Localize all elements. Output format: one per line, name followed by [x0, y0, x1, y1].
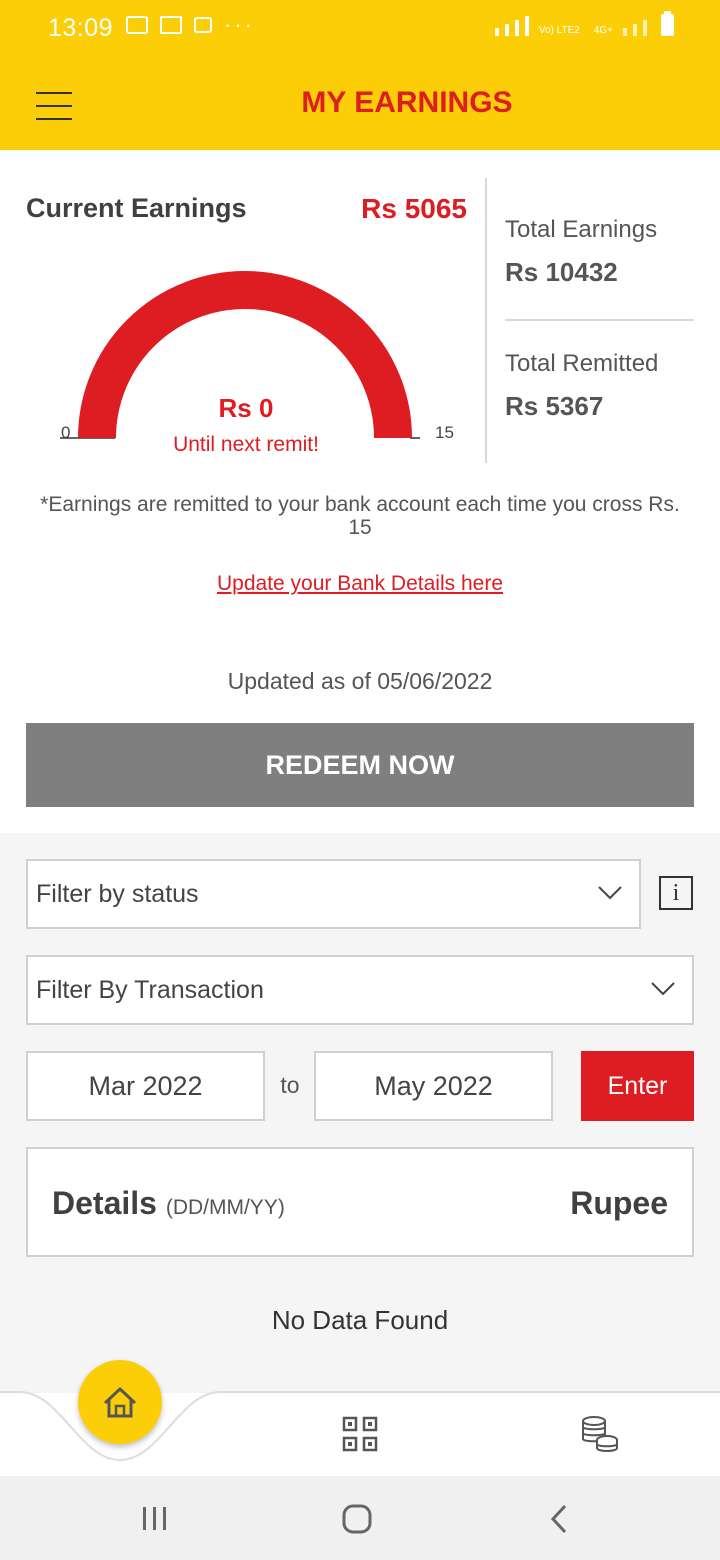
update-bank-details-link[interactable]: Update your Bank Details here — [0, 572, 720, 596]
details-title: Details — [52, 1185, 157, 1221]
empty-state-text: No Data Found — [271, 1305, 449, 1335]
back-icon[interactable] — [535, 1476, 585, 1560]
chevron-down-icon — [598, 886, 622, 900]
filter-transaction-select[interactable]: Filter By Transaction — [26, 955, 694, 1025]
home-icon — [103, 1386, 137, 1418]
gmail-icon — [160, 16, 182, 34]
signal-bar — [504, 24, 509, 36]
recent-apps-icon[interactable] — [130, 1476, 180, 1560]
total-earnings-label: Total Earnings — [505, 216, 658, 243]
to-date-picker[interactable]: May 2022 — [314, 1051, 553, 1121]
signal-bar — [514, 20, 519, 36]
date-range-to-label: to — [280, 1072, 300, 1098]
app-header: 13:09 ··· Vo) LTE2 4G+ MY EARNINGS — [0, 0, 720, 150]
total-earnings-value: Rs 10432 — [505, 257, 618, 287]
chevron-down-icon — [651, 982, 675, 996]
system-navigation-bar — [0, 1476, 720, 1560]
message-icon — [194, 17, 212, 33]
gauge-value-label: Rs 0 — [218, 393, 274, 423]
lte-label: Vo) LTE2 — [538, 25, 580, 36]
network-label: Vo) LTE2 — [539, 26, 580, 36]
redeem-now-button[interactable]: REDEEM NOW — [26, 723, 694, 807]
vertical-divider — [485, 178, 487, 463]
details-table-header: Details (DD/MM/YY) Rupee — [26, 1147, 694, 1257]
current-earnings-value: Rs 5065 — [361, 193, 467, 224]
remit-note: *Earnings are remitted to your bank acco… — [40, 493, 680, 539]
home-nav-button[interactable] — [78, 1360, 162, 1444]
coins-icon[interactable] — [580, 1414, 620, 1454]
details-header: Details (DD/MM/YY) — [52, 1185, 285, 1222]
gauge-min-label: 0 — [61, 423, 71, 442]
remit-gauge — [60, 271, 420, 439]
network-type: 4G+ — [594, 26, 613, 36]
filter-transaction-placeholder: Filter By Transaction — [36, 976, 264, 1004]
filter-status-placeholder: Filter by status — [36, 880, 199, 908]
qr-code-icon[interactable] — [342, 1416, 378, 1452]
horizontal-divider — [505, 319, 694, 321]
info-icon[interactable]: i — [659, 876, 693, 910]
battery-icon — [661, 11, 674, 36]
signal-bar — [643, 20, 647, 36]
current-earnings-label: Current Earnings — [26, 193, 247, 223]
signal-icon — [494, 28, 499, 36]
total-remitted-value: Rs 5367 — [505, 391, 604, 421]
total-remitted-label: Total Remitted — [505, 350, 659, 377]
details-date-format: (DD/MM/YY) — [165, 1196, 285, 1219]
signal-2-icon — [623, 28, 627, 36]
home-circle-icon[interactable] — [333, 1476, 383, 1560]
gauge-sub-label: Until next remit! — [173, 433, 319, 456]
filter-status-select[interactable]: Filter by status — [26, 859, 641, 929]
updated-date: Updated as of 05/06/2022 — [227, 668, 493, 694]
status-indicators: Vo) LTE2 4G+ — [494, 11, 674, 36]
status-time: 13:09 — [48, 14, 114, 42]
gallery-icon — [126, 16, 148, 34]
more-notifications-icon: ··· — [224, 12, 255, 37]
signal-bar — [524, 16, 529, 36]
signal-bar — [633, 24, 637, 36]
network-type-label: 4G+ — [593, 25, 613, 36]
notification-icons: ··· — [126, 12, 255, 37]
amount-column-header: Rupee — [570, 1185, 668, 1221]
page-title: MY EARNINGS — [301, 86, 513, 119]
enter-button[interactable]: Enter — [581, 1051, 694, 1121]
from-date-picker[interactable]: Mar 2022 — [26, 1051, 265, 1121]
gauge-max-label: 15 — [435, 423, 454, 442]
